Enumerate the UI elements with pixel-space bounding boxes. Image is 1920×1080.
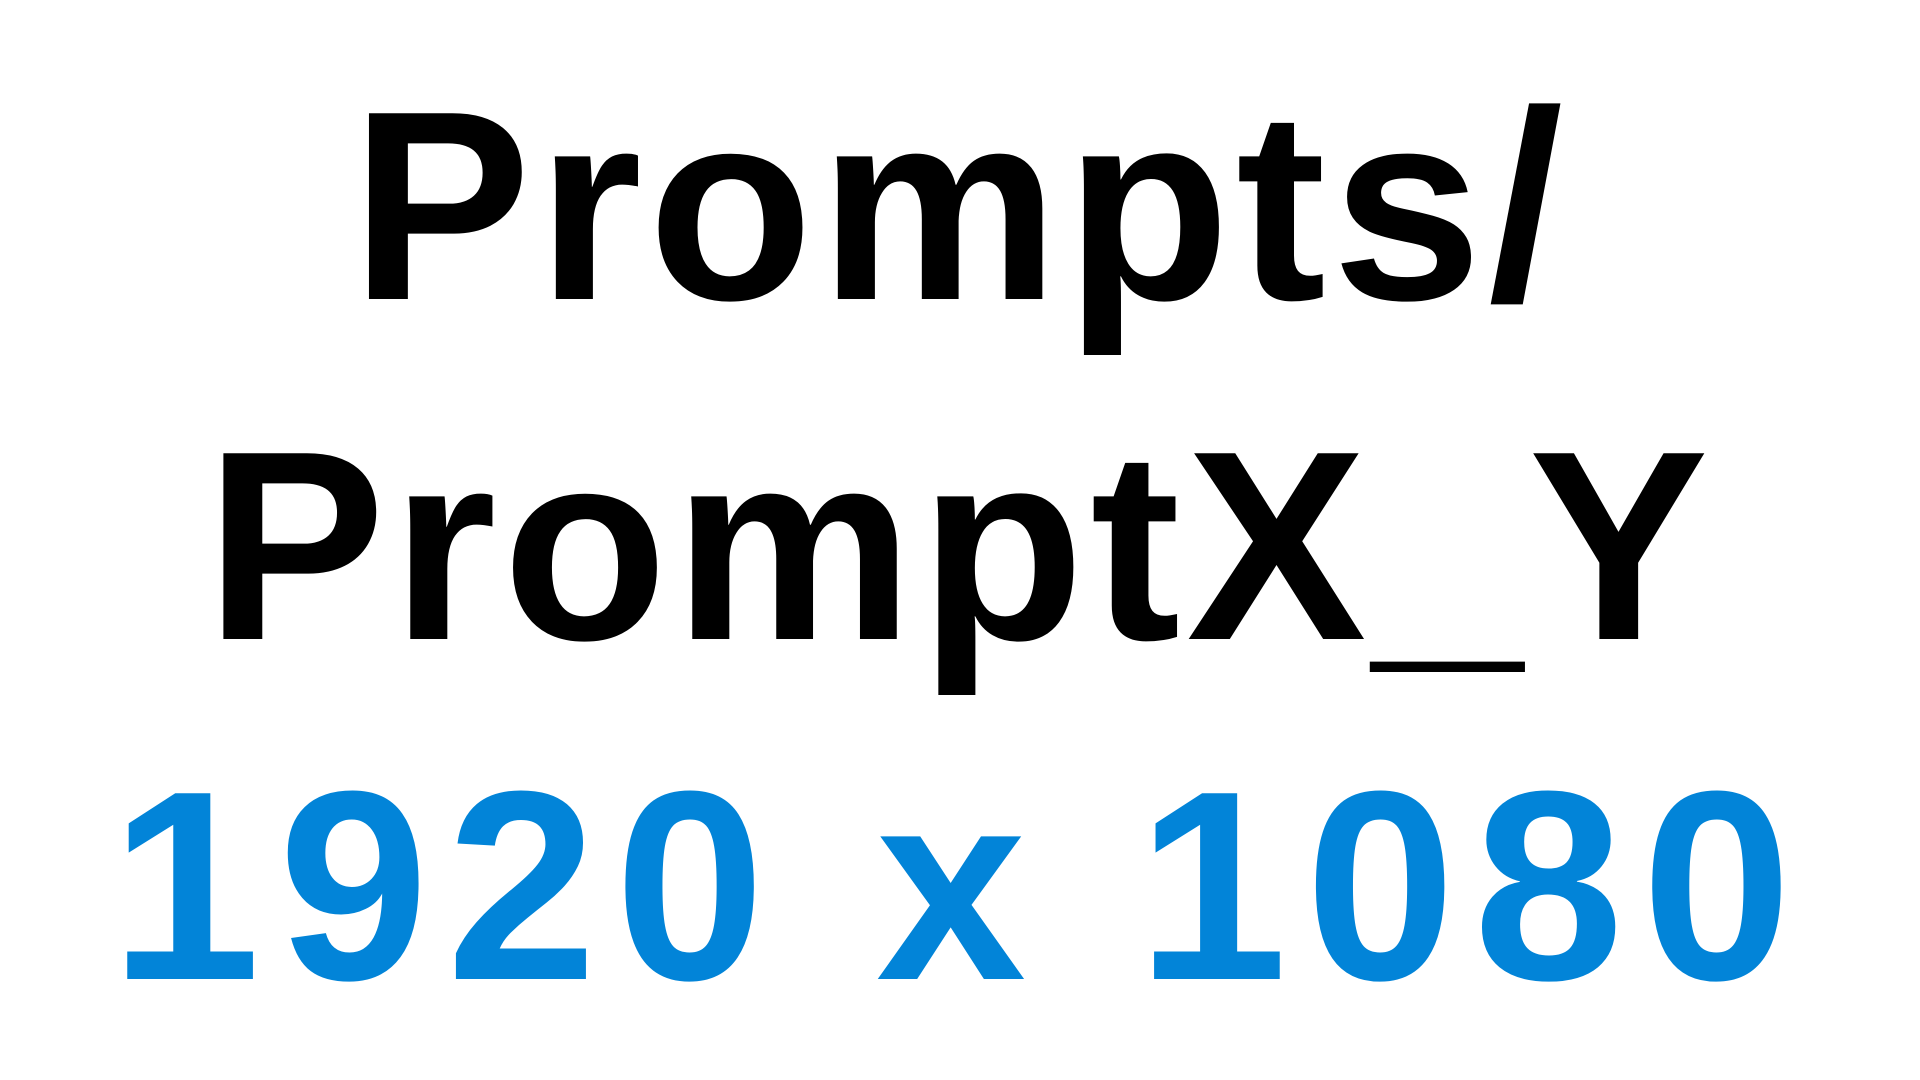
resolution-text: 1920 x 1080 (110, 736, 1810, 1037)
path-prefix-text: Prompts/ (350, 56, 1570, 357)
placeholder-canvas: Prompts/ PromptX_Y 1920 x 1080 (0, 0, 1920, 1080)
prompt-name-text: PromptX_Y (205, 396, 1715, 697)
